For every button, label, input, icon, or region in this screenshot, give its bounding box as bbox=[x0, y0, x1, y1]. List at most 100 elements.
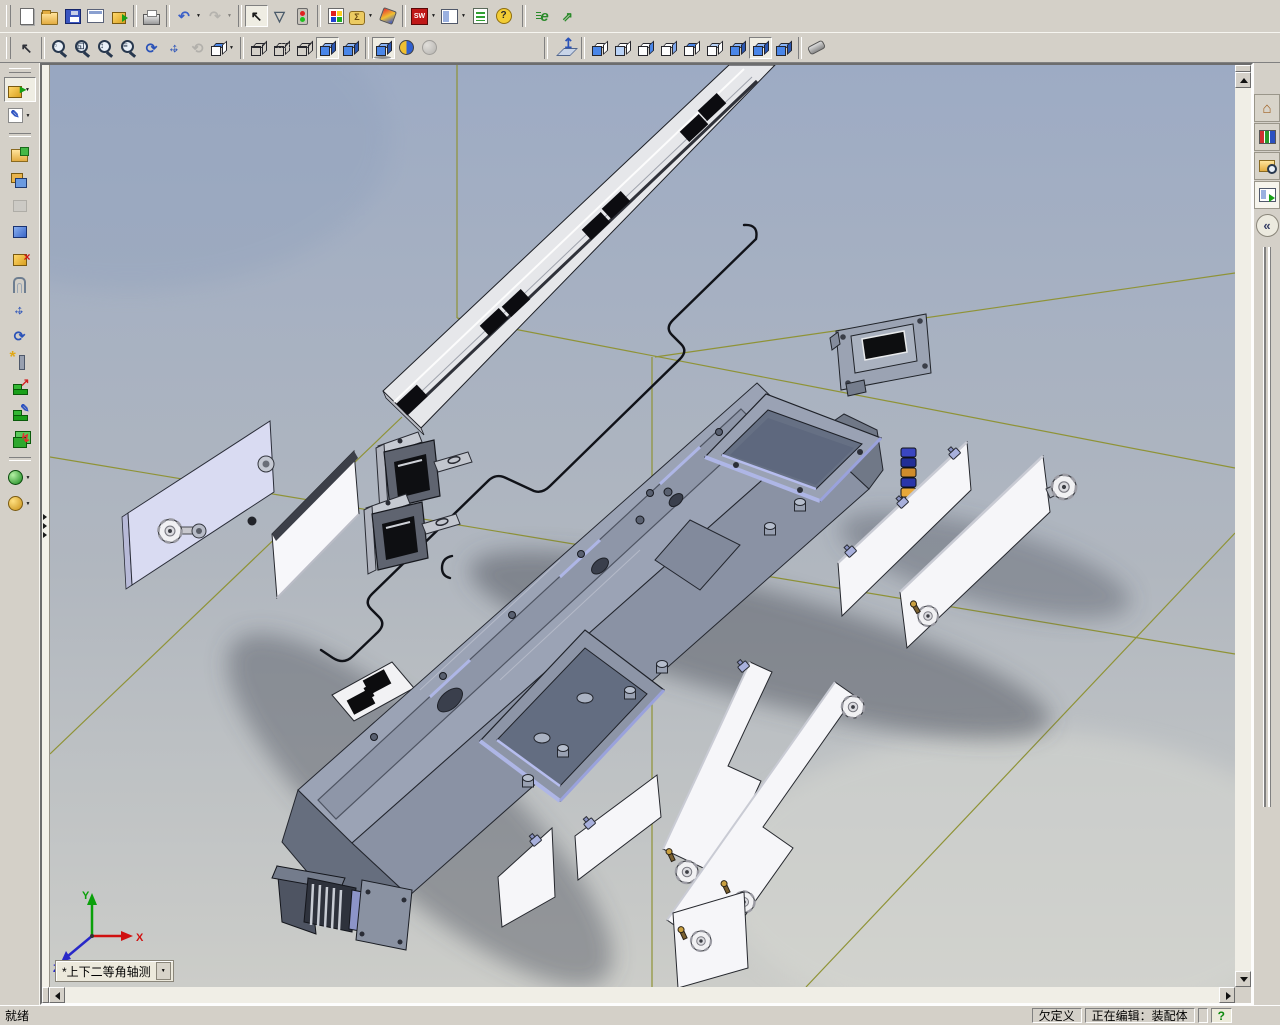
bottom-view-button[interactable] bbox=[703, 37, 726, 59]
splitter-nub[interactable] bbox=[1235, 65, 1251, 72]
view-layout-button[interactable]: ▼ bbox=[439, 5, 469, 27]
front-view-button[interactable] bbox=[588, 37, 611, 59]
standard-views-button[interactable]: ▼ bbox=[209, 37, 237, 59]
view-palette-tab[interactable] bbox=[1254, 181, 1280, 209]
thumb-knob[interactable] bbox=[1050, 473, 1078, 501]
mate-button[interactable] bbox=[4, 271, 36, 296]
thumb-knob[interactable] bbox=[157, 518, 183, 544]
new-button[interactable] bbox=[15, 5, 38, 27]
dropdown-arrow-icon[interactable]: ▼ bbox=[228, 45, 235, 51]
solidworks-office-button[interactable]: SW ▼ bbox=[409, 5, 439, 27]
dropdown-arrow-icon[interactable]: ▼ bbox=[367, 13, 374, 19]
shaded-with-edges-button[interactable] bbox=[316, 36, 339, 59]
pan-button[interactable] bbox=[163, 37, 186, 59]
undo-button[interactable]: ↶ ▼ bbox=[173, 5, 204, 27]
rotate-view-button[interactable]: ⟳ bbox=[140, 37, 163, 59]
zoom-area-button[interactable]: ◱ bbox=[71, 37, 94, 59]
print-button[interactable] bbox=[140, 5, 163, 27]
assemblyxpert-button[interactable]: ▼ bbox=[4, 491, 36, 516]
section-view-button[interactable] bbox=[395, 37, 418, 59]
dropdown-arrow-icon[interactable]: ▼ bbox=[155, 962, 171, 980]
normal-to-button[interactable]: ↥ bbox=[555, 36, 578, 59]
dropdown-arrow-icon[interactable]: ▼ bbox=[226, 13, 233, 19]
sketch-button[interactable]: ✎ ▼ bbox=[4, 103, 36, 128]
open-part-button[interactable] bbox=[4, 141, 36, 166]
dropdown-arrow-icon[interactable]: ▼ bbox=[25, 113, 32, 119]
isometric-view-button[interactable] bbox=[726, 37, 749, 59]
dropdown-arrow-icon[interactable]: ▼ bbox=[460, 13, 467, 19]
make-drawing-button[interactable] bbox=[84, 5, 107, 27]
quick-tips-button[interactable]: ? bbox=[1210, 1008, 1232, 1023]
hidden-lines-visible-button[interactable] bbox=[270, 37, 293, 59]
edrawings-button[interactable]: e bbox=[533, 5, 556, 27]
interference-detection-button[interactable]: ↯ bbox=[4, 427, 36, 452]
dropdown-arrow-icon[interactable]: ▼ bbox=[430, 13, 437, 19]
measure-button[interactable]: Σ ▼ bbox=[347, 5, 376, 27]
top-view-button[interactable] bbox=[680, 37, 703, 59]
rebuild-button[interactable] bbox=[291, 5, 314, 27]
view-orientation-button[interactable] bbox=[805, 37, 828, 59]
toolbar-grip[interactable] bbox=[6, 5, 11, 27]
shaded-button[interactable] bbox=[339, 37, 362, 59]
photoworks-button[interactable] bbox=[376, 5, 399, 27]
web-publish-button[interactable]: ⇗ bbox=[556, 5, 579, 27]
rotate-component-button[interactable]: ⟳ bbox=[4, 323, 36, 348]
thumb-knob[interactable] bbox=[840, 694, 866, 720]
explode-line-sketch-button[interactable]: ✎ bbox=[4, 401, 36, 426]
no-external-references-button[interactable]: × bbox=[4, 245, 36, 270]
horizontal-scrollbar[interactable] bbox=[42, 987, 1235, 1003]
thumb-knob[interactable] bbox=[916, 604, 940, 628]
toolbar-separator bbox=[798, 36, 802, 59]
zoom-in-out-button[interactable]: ↕ bbox=[94, 37, 117, 59]
splitter-nub[interactable] bbox=[42, 987, 49, 1003]
move-component-button[interactable] bbox=[4, 297, 36, 322]
dropdown-arrow-icon[interactable]: ▼ bbox=[195, 13, 202, 19]
view-orientation-icon bbox=[806, 39, 827, 56]
zoom-fit-button[interactable]: ▫ bbox=[48, 37, 71, 59]
vertical-scrollbar[interactable] bbox=[1235, 65, 1251, 987]
select-tool-button[interactable]: ↖ bbox=[15, 37, 38, 59]
insert-component-button[interactable]: ▸ ▼ bbox=[3, 77, 36, 102]
shadows-button[interactable] bbox=[372, 36, 395, 59]
scroll-down-button[interactable] bbox=[1235, 971, 1251, 987]
exploded-view-button[interactable]: ↗ bbox=[4, 375, 36, 400]
file-explorer-tab[interactable] bbox=[1254, 152, 1280, 180]
trimetric-view-button[interactable] bbox=[772, 37, 795, 59]
toolbar-grip[interactable] bbox=[6, 36, 11, 59]
thumb-knob[interactable] bbox=[689, 929, 713, 953]
collapse-button[interactable]: « bbox=[1255, 214, 1279, 237]
back-view-button[interactable] bbox=[611, 37, 634, 59]
edit-color-button[interactable] bbox=[324, 5, 347, 27]
dropdown-arrow-icon[interactable]: ▼ bbox=[25, 501, 32, 507]
scroll-up-button[interactable] bbox=[1235, 72, 1251, 88]
replace-components-button[interactable] bbox=[4, 167, 36, 192]
vscroll-track[interactable] bbox=[1235, 88, 1251, 971]
right-view-button[interactable] bbox=[657, 37, 680, 59]
featuremanager-splitter[interactable] bbox=[42, 65, 50, 987]
rotate-about-axis-button: ⟲ bbox=[186, 37, 209, 59]
make-assembly-button[interactable] bbox=[107, 5, 130, 27]
edit-component-button[interactable] bbox=[4, 219, 36, 244]
wireframe-button[interactable] bbox=[247, 37, 270, 59]
open-button[interactable] bbox=[38, 5, 61, 27]
save-button[interactable] bbox=[61, 5, 84, 27]
toolbar-grip[interactable] bbox=[8, 68, 31, 73]
options-button[interactable] bbox=[469, 5, 492, 27]
hidden-lines-removed-button[interactable] bbox=[293, 37, 316, 59]
hscroll-track[interactable] bbox=[65, 987, 1219, 1003]
select-button[interactable]: ↖ bbox=[245, 5, 268, 27]
selection-filter-button[interactable]: ▽ bbox=[268, 5, 291, 27]
left-view-button[interactable] bbox=[634, 37, 657, 59]
dimetric-view-button[interactable] bbox=[749, 36, 772, 59]
scroll-right-button[interactable] bbox=[1219, 987, 1235, 1003]
smart-fasteners-button[interactable]: * bbox=[4, 349, 36, 374]
dropdown-arrow-icon[interactable]: ▼ bbox=[25, 475, 32, 481]
simulation-button[interactable]: ▼ bbox=[4, 465, 36, 490]
zoom-selection-button[interactable]: ≡ bbox=[117, 37, 140, 59]
design-library-tab[interactable] bbox=[1254, 123, 1280, 151]
solidworks-resources-tab[interactable]: ⌂ bbox=[1254, 94, 1280, 122]
help-button[interactable]: ? bbox=[492, 5, 515, 27]
3d-viewport-canvas[interactable]: Y X Z *上下二等角轴测 ▼ bbox=[50, 65, 1235, 987]
scroll-left-button[interactable] bbox=[49, 987, 65, 1003]
view-orientation-tab[interactable]: *上下二等角轴测 ▼ bbox=[55, 960, 174, 982]
